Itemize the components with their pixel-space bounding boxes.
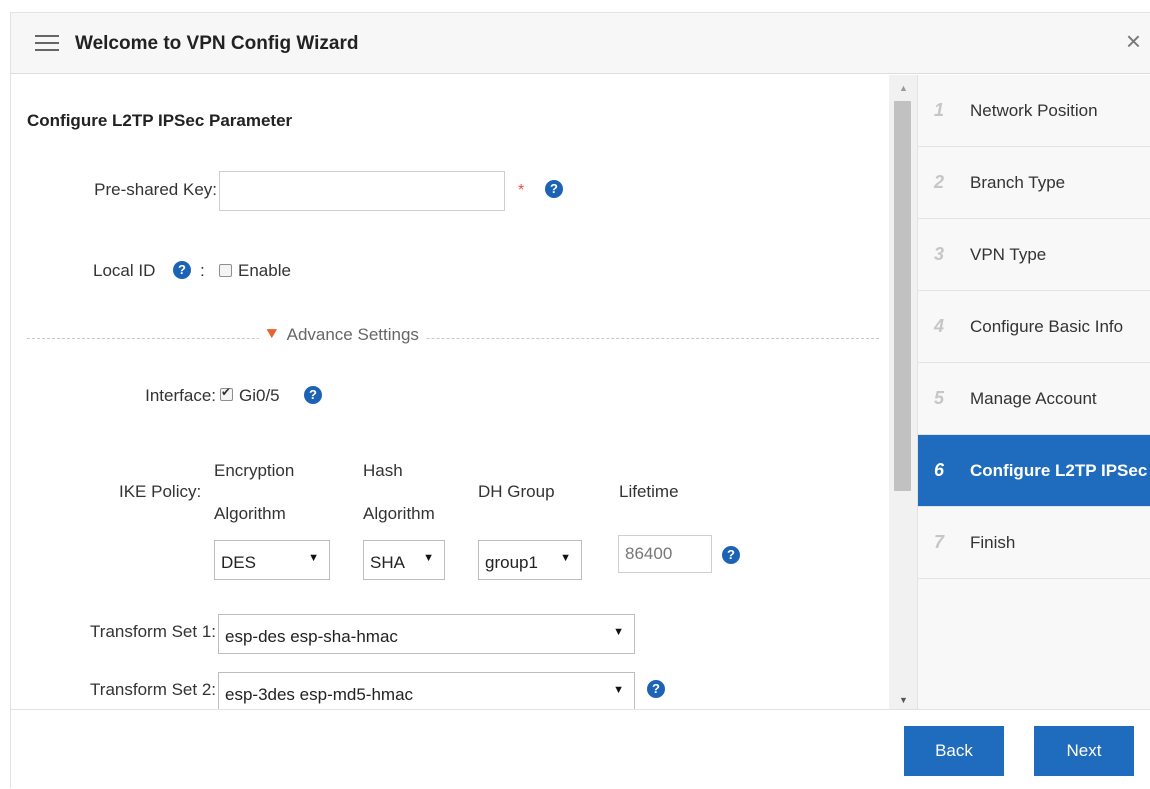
dropdown-arrow-icon: ▼ xyxy=(613,684,624,696)
transform-set-1-label: Transform Set 1: xyxy=(90,622,216,641)
transform-set-1-value: esp-des esp-sha-hmac xyxy=(225,627,398,646)
dh-group-value: group1 xyxy=(485,553,538,572)
hash-select[interactable]: SHA ▼ xyxy=(363,540,445,580)
interface-checkbox[interactable] xyxy=(220,385,233,401)
advance-settings-toggle[interactable]: ⯆ Advance Settings xyxy=(259,325,425,345)
step-label: Network Position xyxy=(970,100,1098,120)
local-id-help-icon[interactable]: ? xyxy=(173,261,191,279)
step-label: Configure L2TP IPSec xyxy=(970,460,1148,480)
transform-set-2-label: Transform Set 2: xyxy=(90,680,216,699)
dropdown-arrow-icon: ▼ xyxy=(308,552,319,564)
step-number: 6 xyxy=(934,460,945,480)
dropdown-arrow-icon: ▼ xyxy=(423,552,434,564)
step-label: Manage Account xyxy=(970,388,1097,408)
wizard-step[interactable]: 2 Branch Type xyxy=(918,147,1150,219)
hash-value: SHA xyxy=(370,553,405,572)
transform-help-icon[interactable]: ? xyxy=(647,680,665,698)
ike-help-icon[interactable]: ? xyxy=(722,546,740,564)
dropdown-arrow-icon: ▼ xyxy=(613,626,624,638)
local-id-colon: : xyxy=(200,261,205,280)
step-label: VPN Type xyxy=(970,244,1047,264)
lifetime-input[interactable] xyxy=(618,535,712,573)
menu-icon[interactable] xyxy=(35,35,59,53)
hash-header-1: Hash xyxy=(363,461,403,480)
transform-set-2-value: esp-3des esp-md5-hmac xyxy=(225,685,414,704)
step-number: 2 xyxy=(934,172,945,192)
dialog-footer: Back Next xyxy=(11,709,1150,789)
wizard-steps: 1 Network Position 2 Branch Type 3 VPN Type 4 C… xyxy=(917,75,1150,709)
section-title: Configure L2TP IPSec Parameter xyxy=(27,111,293,130)
scroll-up-icon[interactable]: ▲ xyxy=(899,83,908,93)
psk-label: Pre-shared Key: xyxy=(94,180,217,199)
transform-set-2-select[interactable]: esp-3des esp-md5-hmac ▼ xyxy=(218,672,635,709)
content-scrollbar[interactable]: ▲ ▼ xyxy=(889,75,917,709)
vpn-wizard-dialog: Welcome to VPN Config Wizard × Configure… xyxy=(10,12,1150,789)
wizard-step[interactable]: 7 Finish xyxy=(918,507,1150,579)
interface-help-icon[interactable]: ? xyxy=(304,386,322,404)
close-icon[interactable]: × xyxy=(1126,27,1141,55)
advance-divider xyxy=(27,338,879,339)
wizard-content: Configure L2TP IPSec Parameter Pre-share… xyxy=(11,75,889,709)
interface-option-label: Gi0/5 xyxy=(239,386,280,405)
hash-header-2: Algorithm xyxy=(363,504,435,523)
wizard-step[interactable]: 4 Configure Basic Info xyxy=(918,291,1150,363)
scroll-down-icon[interactable]: ▼ xyxy=(899,695,908,705)
back-button[interactable]: Back xyxy=(904,726,1004,776)
lifetime-header: Lifetime xyxy=(619,482,679,501)
double-chevron-down-icon: ⯆ xyxy=(265,325,279,344)
encryption-select[interactable]: DES ▼ xyxy=(214,540,330,580)
interface-label: Interface: xyxy=(145,386,216,405)
ike-policy-label: IKE Policy: xyxy=(119,482,202,501)
psk-input[interactable] xyxy=(219,171,505,211)
dialog-title: Welcome to VPN Config Wizard xyxy=(75,33,359,54)
enable-checkbox[interactable] xyxy=(219,264,232,277)
advance-settings-label: Advance Settings xyxy=(286,325,419,344)
step-number: 5 xyxy=(934,388,945,408)
dh-group-select[interactable]: group1 ▼ xyxy=(478,540,582,580)
dialog-header: Welcome to VPN Config Wizard × xyxy=(11,13,1150,74)
transform-set-1-select[interactable]: esp-des esp-sha-hmac ▼ xyxy=(218,614,635,654)
encryption-header-2: Algorithm xyxy=(214,504,286,523)
step-label: Branch Type xyxy=(970,172,1066,192)
step-number: 1 xyxy=(934,100,945,120)
step-label: Finish xyxy=(970,532,1016,552)
step-number: 3 xyxy=(934,244,945,264)
local-id-label: Local ID xyxy=(93,261,156,280)
encryption-header-1: Encryption xyxy=(214,461,295,480)
required-mark: * xyxy=(518,182,525,199)
scrollbar-thumb[interactable] xyxy=(894,101,911,491)
wizard-step[interactable]: 6 Configure L2TP IPSec xyxy=(918,435,1150,507)
step-number: 4 xyxy=(934,316,945,336)
step-number: 7 xyxy=(934,532,945,552)
dh-group-header: DH Group xyxy=(478,482,555,501)
wizard-step[interactable]: 1 Network Position xyxy=(918,75,1150,147)
step-label: Configure Basic Info xyxy=(970,316,1124,336)
next-button[interactable]: Next xyxy=(1034,726,1134,776)
encryption-value: DES xyxy=(221,553,256,572)
wizard-step[interactable]: 3 VPN Type xyxy=(918,219,1150,291)
dropdown-arrow-icon: ▼ xyxy=(560,552,571,564)
wizard-step[interactable]: 5 Manage Account xyxy=(918,363,1150,435)
enable-label: Enable xyxy=(238,261,291,280)
psk-help-icon[interactable]: ? xyxy=(545,180,563,198)
